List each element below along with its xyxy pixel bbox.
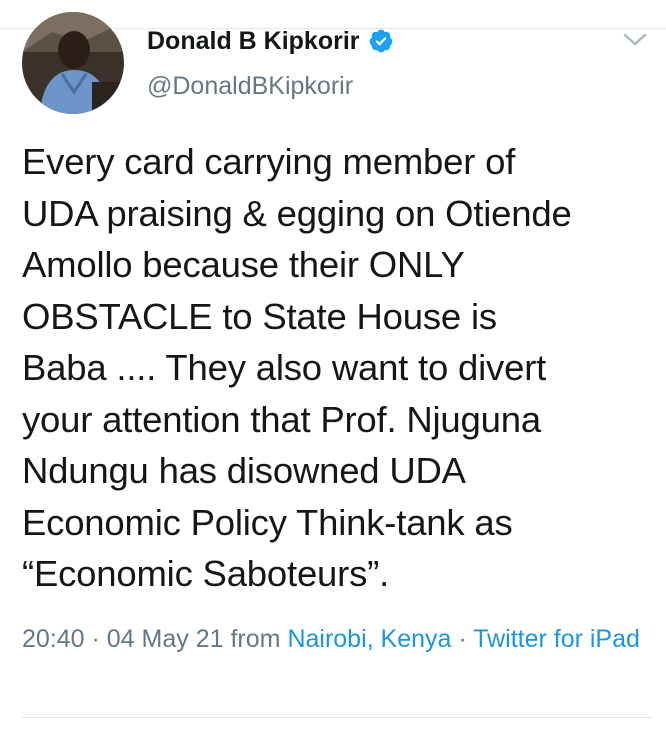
tweet-time[interactable]: 20:40: [22, 625, 85, 653]
avatar-photo-icon: [22, 12, 124, 114]
tweet-location-link[interactable]: Nairobi, Kenya: [287, 625, 451, 653]
tweet-text: Every card carrying member of UDA praisi…: [22, 141, 572, 594]
author-handle[interactable]: @DonaldBKipkorir: [147, 70, 353, 102]
chevron-down-icon[interactable]: [622, 30, 648, 50]
author-display-name-row[interactable]: Donald B Kipkorir: [147, 26, 394, 56]
bottom-divider: [22, 717, 652, 718]
avatar[interactable]: [22, 12, 124, 114]
author-display-name[interactable]: Donald B Kipkorir: [147, 26, 360, 56]
verified-badge-icon: [369, 29, 392, 53]
meta-separator: ·: [84, 625, 107, 653]
meta-separator-2: ·: [451, 625, 474, 653]
tweet-meta: 20:40 · 04 May 21 from Nairobi, Kenya · …: [22, 622, 658, 656]
tweet-source-link[interactable]: Twitter for iPad: [473, 625, 640, 653]
tweet-date[interactable]: 04 May 21: [107, 625, 224, 653]
from-label: from: [223, 625, 288, 653]
